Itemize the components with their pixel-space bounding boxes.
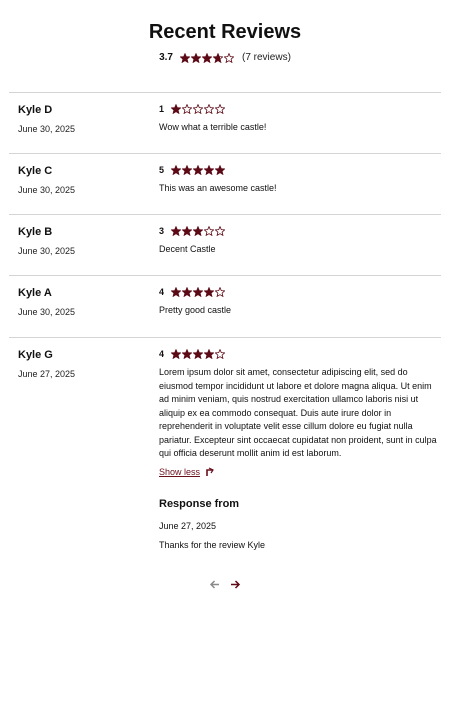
star-filled-icon	[171, 349, 181, 359]
review-rating: 5	[159, 165, 165, 175]
review-author: Kyle B	[18, 226, 53, 238]
response-text: Thanks for the review Kyle	[159, 539, 266, 550]
review-stars	[171, 287, 225, 297]
star-empty-icon	[215, 226, 225, 236]
star-empty-icon	[215, 287, 225, 297]
star-filled-icon	[204, 287, 214, 297]
review-item: Kyle B June 30, 2025 3 Decent Castle	[9, 214, 441, 275]
pagination	[0, 578, 450, 591]
review-date: June 30, 2025	[18, 246, 76, 256]
star-filled-icon	[171, 287, 181, 297]
rating-summary: 3.7 (7 reviews)	[0, 52, 450, 63]
star-empty-icon	[193, 104, 203, 114]
star-filled-icon	[202, 52, 212, 63]
review-rating: 1	[159, 104, 165, 114]
star-filled-icon	[193, 226, 203, 236]
star-filled-icon	[171, 226, 181, 236]
star-empty-icon	[182, 104, 192, 114]
review-text: Lorem ipsum dolor sit amet, consectetur …	[159, 367, 437, 458]
star-filled-icon	[182, 165, 192, 175]
average-stars	[180, 52, 234, 63]
star-half-icon	[213, 52, 223, 63]
previous-page-button[interactable]	[209, 578, 220, 591]
star-filled-icon	[171, 104, 181, 114]
star-filled-icon	[182, 349, 192, 359]
review-stars	[171, 349, 225, 359]
average-rating: 3.7	[159, 52, 173, 63]
next-page-button[interactable]	[230, 578, 241, 591]
star-empty-icon	[224, 52, 234, 63]
star-filled-icon	[193, 165, 203, 175]
review-stars	[171, 165, 225, 175]
review-date: June 27, 2025	[18, 369, 76, 379]
review-author: Kyle C	[18, 165, 53, 177]
star-empty-icon	[204, 104, 214, 114]
star-filled-icon	[193, 287, 203, 297]
star-filled-icon	[215, 165, 225, 175]
show-less-link[interactable]: Show less	[159, 467, 200, 477]
review-author: Kyle A	[18, 287, 52, 299]
star-filled-icon	[182, 287, 192, 297]
star-filled-icon	[182, 226, 192, 236]
review-item: Kyle C June 30, 2025 5 This was an aweso…	[9, 153, 441, 214]
review-item: Kyle A June 30, 2025 4 Pretty good castl…	[9, 275, 441, 337]
review-date: June 30, 2025	[18, 307, 76, 317]
star-filled-icon	[171, 165, 181, 175]
hand-cursor-icon	[206, 466, 214, 476]
star-filled-icon	[191, 52, 201, 63]
review-count: (7 reviews)	[242, 52, 291, 63]
review-stars	[171, 226, 225, 236]
review-author: Kyle G	[18, 349, 53, 361]
review-rating: 3	[159, 226, 165, 236]
review-date: June 30, 2025	[18, 124, 76, 134]
star-empty-icon	[215, 104, 225, 114]
review-rating: 4	[159, 349, 165, 359]
review-date: June 30, 2025	[18, 185, 76, 195]
response-title: Response from	[159, 497, 240, 510]
review-item: Kyle D June 30, 2025 1 Wow what a terrib…	[9, 92, 441, 153]
review-stars	[171, 104, 225, 114]
review-rating: 4	[159, 287, 165, 297]
star-empty-icon	[215, 349, 225, 359]
review-text: Decent Castle	[159, 244, 216, 254]
star-filled-icon	[193, 349, 203, 359]
star-filled-icon	[180, 52, 190, 63]
star-empty-icon	[204, 226, 214, 236]
review-text: Wow what a terrible castle!	[159, 122, 267, 132]
arrow-left-icon	[209, 580, 219, 589]
review-text: Pretty good castle	[159, 305, 232, 315]
review-author: Kyle D	[18, 104, 53, 116]
owner-response: Response from June 27, 2025 Thanks for t…	[159, 497, 437, 550]
review-list: Kyle D June 30, 2025 1 Wow what a terrib…	[9, 92, 441, 550]
star-filled-icon	[204, 165, 214, 175]
review-item: Kyle G June 27, 2025 4 Lorem ipsum dolor…	[9, 337, 441, 550]
arrow-right-icon	[231, 580, 241, 589]
review-text: This was an awesome castle!	[159, 183, 277, 193]
response-date: June 27, 2025	[159, 520, 217, 531]
star-filled-icon	[204, 349, 214, 359]
page-title: Recent Reviews	[148, 21, 302, 43]
